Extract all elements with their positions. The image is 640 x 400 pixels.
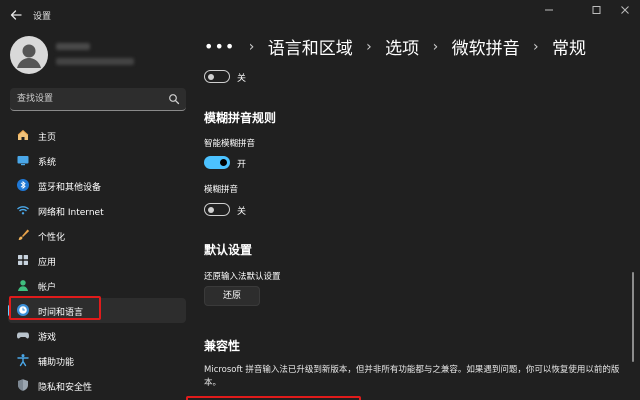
maximize-button[interactable] xyxy=(585,4,607,16)
compatibility-description: Microsoft 拼音输入法已升级到新版本，但并非所有功能都与之兼容。如果遇到… xyxy=(204,365,620,388)
maximize-icon xyxy=(592,6,601,14)
smart-fuzzy-pinyin-label: 智能模糊拼音 xyxy=(204,139,256,149)
chevron-right-icon: › xyxy=(366,38,372,55)
compatibility-heading: 兼容性 xyxy=(204,339,241,353)
search-icon[interactable] xyxy=(168,93,180,105)
search-input[interactable] xyxy=(17,91,167,107)
highlight-box-time-language xyxy=(9,296,101,320)
fuzzy-pinyin-label: 模糊拼音 xyxy=(204,185,239,195)
minimize-button[interactable] xyxy=(538,4,560,16)
default-settings-heading: 默认设置 xyxy=(204,243,253,257)
gamepad-icon xyxy=(17,332,29,339)
breadcrumb-item-options[interactable]: 选项 xyxy=(385,34,419,59)
search-box[interactable] xyxy=(10,88,186,111)
sidebar-item-gaming[interactable]: 游戏 xyxy=(8,323,186,348)
breadcrumb-item-microsoft-pinyin[interactable]: 微软拼音 xyxy=(452,34,520,59)
blurred-user-email xyxy=(56,58,134,65)
brush-icon xyxy=(18,229,30,240)
breadcrumb-item-language-region[interactable]: 语言和区域 xyxy=(268,34,353,59)
title-bar: 设置 xyxy=(0,0,640,30)
bluetooth-icon xyxy=(17,179,29,191)
sidebar-item-system[interactable]: 系统 xyxy=(8,148,186,173)
sidebar-item-privacy[interactable]: 隐私和安全性 xyxy=(8,373,186,398)
toggle-knob xyxy=(220,159,227,166)
sidebar-nav: 主页 系统 蓝牙和其他设备 网络和 Internet 个性化 应用 帐户 时间和… xyxy=(8,123,186,398)
scrollbar[interactable] xyxy=(632,272,634,362)
accessibility-icon xyxy=(17,354,29,367)
smart-fuzzy-pinyin-toggle[interactable] xyxy=(204,156,230,169)
sidebar-item-bluetooth[interactable]: 蓝牙和其他设备 xyxy=(8,173,186,198)
close-button[interactable] xyxy=(614,4,636,16)
close-icon xyxy=(621,6,629,14)
sidebar-item-personalization[interactable]: 个性化 xyxy=(8,223,186,248)
wifi-icon xyxy=(17,206,29,215)
chevron-right-icon: › xyxy=(532,38,539,55)
window-title: 设置 xyxy=(33,12,52,22)
smart-fuzzy-pinyin-state: 开 xyxy=(237,160,247,170)
chevron-right-icon: › xyxy=(248,38,255,55)
fuzzy-pinyin-state: 关 xyxy=(237,207,247,217)
sidebar-item-accessibility[interactable]: 辅助功能 xyxy=(8,348,186,373)
user-profile[interactable] xyxy=(10,36,190,76)
back-arrow-icon[interactable] xyxy=(8,7,24,23)
apps-icon xyxy=(18,255,28,265)
top-toggle[interactable] xyxy=(204,70,230,83)
toggle-knob xyxy=(208,73,214,80)
fuzzy-pinyin-heading: 模糊拼音规则 xyxy=(204,111,277,125)
restore-defaults-label: 还原输入法默认设置 xyxy=(204,272,281,282)
breadcrumb: ••• › 语言和区域 › 选项 › 微软拼音 › 常规 xyxy=(204,34,586,60)
restore-button[interactable]: 还原 xyxy=(204,286,260,306)
blurred-user-name xyxy=(56,43,90,50)
fuzzy-pinyin-toggle[interactable] xyxy=(204,203,230,216)
shield-icon xyxy=(18,379,28,391)
home-icon xyxy=(17,129,29,140)
sidebar-item-accounts[interactable]: 帐户 xyxy=(8,273,186,298)
user-silhouette-icon xyxy=(17,44,41,68)
highlight-box-compatibility xyxy=(186,396,361,400)
system-icon xyxy=(17,156,29,166)
sidebar-item-network[interactable]: 网络和 Internet xyxy=(8,198,186,223)
sidebar-item-apps[interactable]: 应用 xyxy=(8,248,186,273)
breadcrumb-item-general: 常规 xyxy=(552,39,586,59)
chevron-right-icon: › xyxy=(432,38,439,55)
sidebar-item-home[interactable]: 主页 xyxy=(8,123,186,148)
toggle-knob xyxy=(208,206,214,213)
account-icon xyxy=(18,280,28,291)
breadcrumb-more[interactable]: ••• xyxy=(204,37,235,56)
top-toggle-state: 关 xyxy=(237,74,247,84)
minimize-icon xyxy=(545,9,553,11)
avatar xyxy=(10,36,48,74)
